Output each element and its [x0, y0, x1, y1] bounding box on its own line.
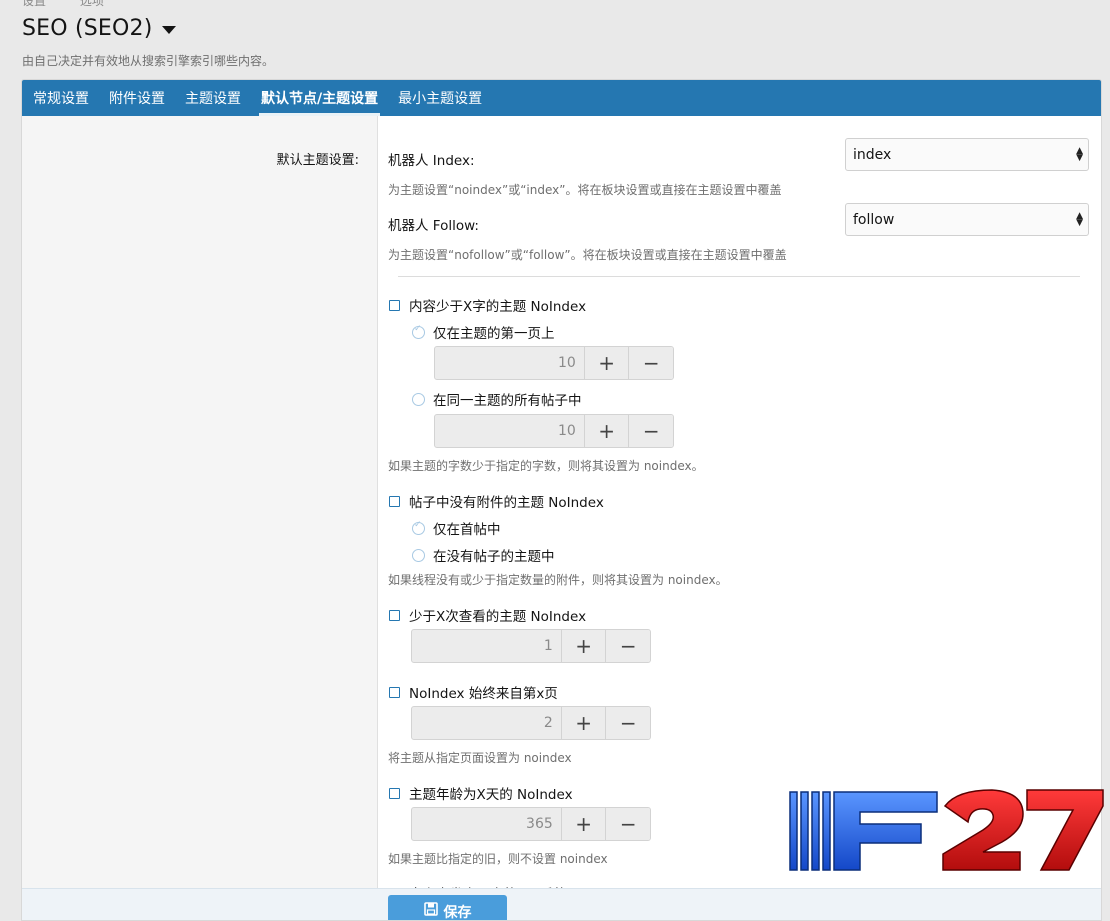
- no-attach-radio-first-post[interactable]: 仅在首帖中: [412, 518, 501, 538]
- page-description: 由自己决定并有效地从搜索引擎索引哪些内容。: [22, 54, 275, 68]
- content-words-first-page-stepper[interactable]: 10 + −: [434, 346, 674, 380]
- checkbox-icon[interactable]: [389, 686, 400, 698]
- page-title-row[interactable]: SEO (SEO2): [22, 16, 176, 41]
- age-label: 主题年龄为X天的 NoIndex: [409, 787, 573, 803]
- content-words-all-posts-stepper[interactable]: 10 + −: [434, 414, 674, 448]
- page-from-stepper[interactable]: 2 + −: [411, 706, 651, 740]
- select-arrows-icon: ▲ ▼: [1076, 146, 1083, 163]
- caret-down-icon[interactable]: [161, 25, 176, 34]
- breadcrumb-item-settings[interactable]: 设置: [22, 0, 46, 8]
- save-icon: [423, 902, 438, 916]
- radio-first-page-label: 仅在主题的第一页上: [433, 326, 555, 342]
- page-from-hint: 将主题从指定页面设置为 noindex: [388, 751, 572, 765]
- no-attach-radio-no-posts[interactable]: 在没有帖子的主题中: [412, 545, 555, 565]
- save-button[interactable]: 保存: [388, 895, 507, 921]
- robots-index-hint: 为主题设置“noindex”或“index”。将在板块设置或直接在主题设置中覆盖: [388, 183, 782, 197]
- robots-index-value: index: [853, 146, 892, 163]
- stepper-value[interactable]: 2: [412, 707, 561, 739]
- checkbox-icon[interactable]: [389, 299, 400, 311]
- minus-icon[interactable]: −: [628, 415, 673, 447]
- plus-icon[interactable]: +: [560, 630, 606, 662]
- tab-default-node-thread[interactable]: 默认节点/主题设置: [251, 80, 388, 116]
- content-words-radio-first-page[interactable]: 仅在主题的第一页上: [412, 322, 555, 342]
- content-words-checkbox-row[interactable]: 内容少于X字的主题 NoIndex: [389, 295, 586, 315]
- plus-icon[interactable]: +: [560, 707, 606, 739]
- age-checkbox-row[interactable]: 主题年龄为X天的 NoIndex: [389, 783, 573, 803]
- save-button-label: 保存: [443, 905, 472, 921]
- stepper-value[interactable]: 365: [412, 808, 561, 840]
- section-label: 默认主题设置:: [276, 153, 359, 168]
- views-stepper[interactable]: 1 + −: [411, 629, 651, 663]
- radio-first-post-label: 仅在首帖中: [433, 522, 501, 538]
- form-submit-bar: 保存: [22, 888, 1101, 921]
- radio-icon[interactable]: [412, 324, 425, 339]
- tab-bar: 常规设置 附件设置 主题设置 默认节点/主题设置 最小主题设置: [22, 80, 1101, 116]
- f27-watermark-logo: [789, 789, 1104, 871]
- views-label: 少于X次查看的主题 NoIndex: [409, 609, 587, 625]
- robots-follow-hint: 为主题设置“nofollow”或“follow”。将在板块设置或直接在主题设置中…: [388, 248, 787, 262]
- no-attach-label: 帖子中没有附件的主题 NoIndex: [409, 495, 604, 511]
- tab-attachments[interactable]: 附件设置: [99, 80, 175, 116]
- radio-icon[interactable]: [412, 520, 425, 535]
- minus-icon[interactable]: −: [605, 630, 650, 662]
- robots-index-label: 机器人 Index:: [388, 153, 475, 169]
- age-hint: 如果主题比指定的旧，则不设置 noindex: [388, 852, 608, 866]
- page-from-label: NoIndex 始终来自第x页: [409, 686, 558, 702]
- age-stepper[interactable]: 365 + −: [411, 807, 651, 841]
- divider: [398, 276, 1080, 277]
- breadcrumb: 设置 选项: [22, 0, 134, 9]
- minus-icon[interactable]: −: [628, 347, 673, 379]
- tab-threads[interactable]: 主题设置: [175, 80, 251, 116]
- stepper-value[interactable]: 10: [435, 347, 584, 379]
- stepper-value[interactable]: 10: [435, 415, 584, 447]
- no-attach-checkbox-row[interactable]: 帖子中没有附件的主题 NoIndex: [389, 491, 604, 511]
- checkbox-icon[interactable]: [389, 609, 400, 621]
- minus-icon[interactable]: −: [605, 707, 650, 739]
- radio-no-posts-label: 在没有帖子的主题中: [433, 549, 555, 565]
- radio-icon[interactable]: [412, 392, 425, 406]
- plus-icon[interactable]: +: [583, 415, 629, 447]
- radio-all-posts-label: 在同一主题的所有帖子中: [433, 393, 582, 409]
- stepper-value[interactable]: 1: [412, 630, 561, 662]
- content-words-label: 内容少于X字的主题 NoIndex: [409, 299, 587, 315]
- content-words-hint: 如果主题的字数少于指定的字数，则将其设置为 noindex。: [388, 459, 704, 473]
- plus-icon[interactable]: +: [583, 347, 629, 379]
- tab-general[interactable]: 常规设置: [23, 80, 99, 116]
- checkbox-icon[interactable]: [389, 495, 400, 507]
- robots-index-select[interactable]: index ▲ ▼: [845, 138, 1089, 171]
- select-arrows-icon: ▲ ▼: [1076, 211, 1083, 228]
- robots-follow-label: 机器人 Follow:: [388, 218, 479, 234]
- breadcrumb-item-options[interactable]: 选项: [80, 0, 104, 8]
- page-title: SEO (SEO2): [22, 16, 153, 41]
- robots-follow-select[interactable]: follow ▲ ▼: [845, 203, 1089, 236]
- plus-icon[interactable]: +: [560, 808, 606, 840]
- content-words-radio-all-posts[interactable]: 在同一主题的所有帖子中: [412, 389, 582, 409]
- no-attach-hint: 如果线程没有或少于指定数量的附件，则将其设置为 noindex。: [388, 573, 728, 587]
- robots-follow-value: follow: [853, 211, 895, 228]
- tab-min-thread[interactable]: 最小主题设置: [388, 80, 492, 116]
- minus-icon[interactable]: −: [605, 808, 650, 840]
- radio-icon[interactable]: [412, 548, 425, 562]
- checkbox-icon[interactable]: [389, 787, 400, 799]
- views-checkbox-row[interactable]: 少于X次查看的主题 NoIndex: [389, 605, 586, 625]
- form-label-column: 默认主题设置:: [22, 116, 378, 920]
- page-from-checkbox-row[interactable]: NoIndex 始终来自第x页: [389, 682, 558, 702]
